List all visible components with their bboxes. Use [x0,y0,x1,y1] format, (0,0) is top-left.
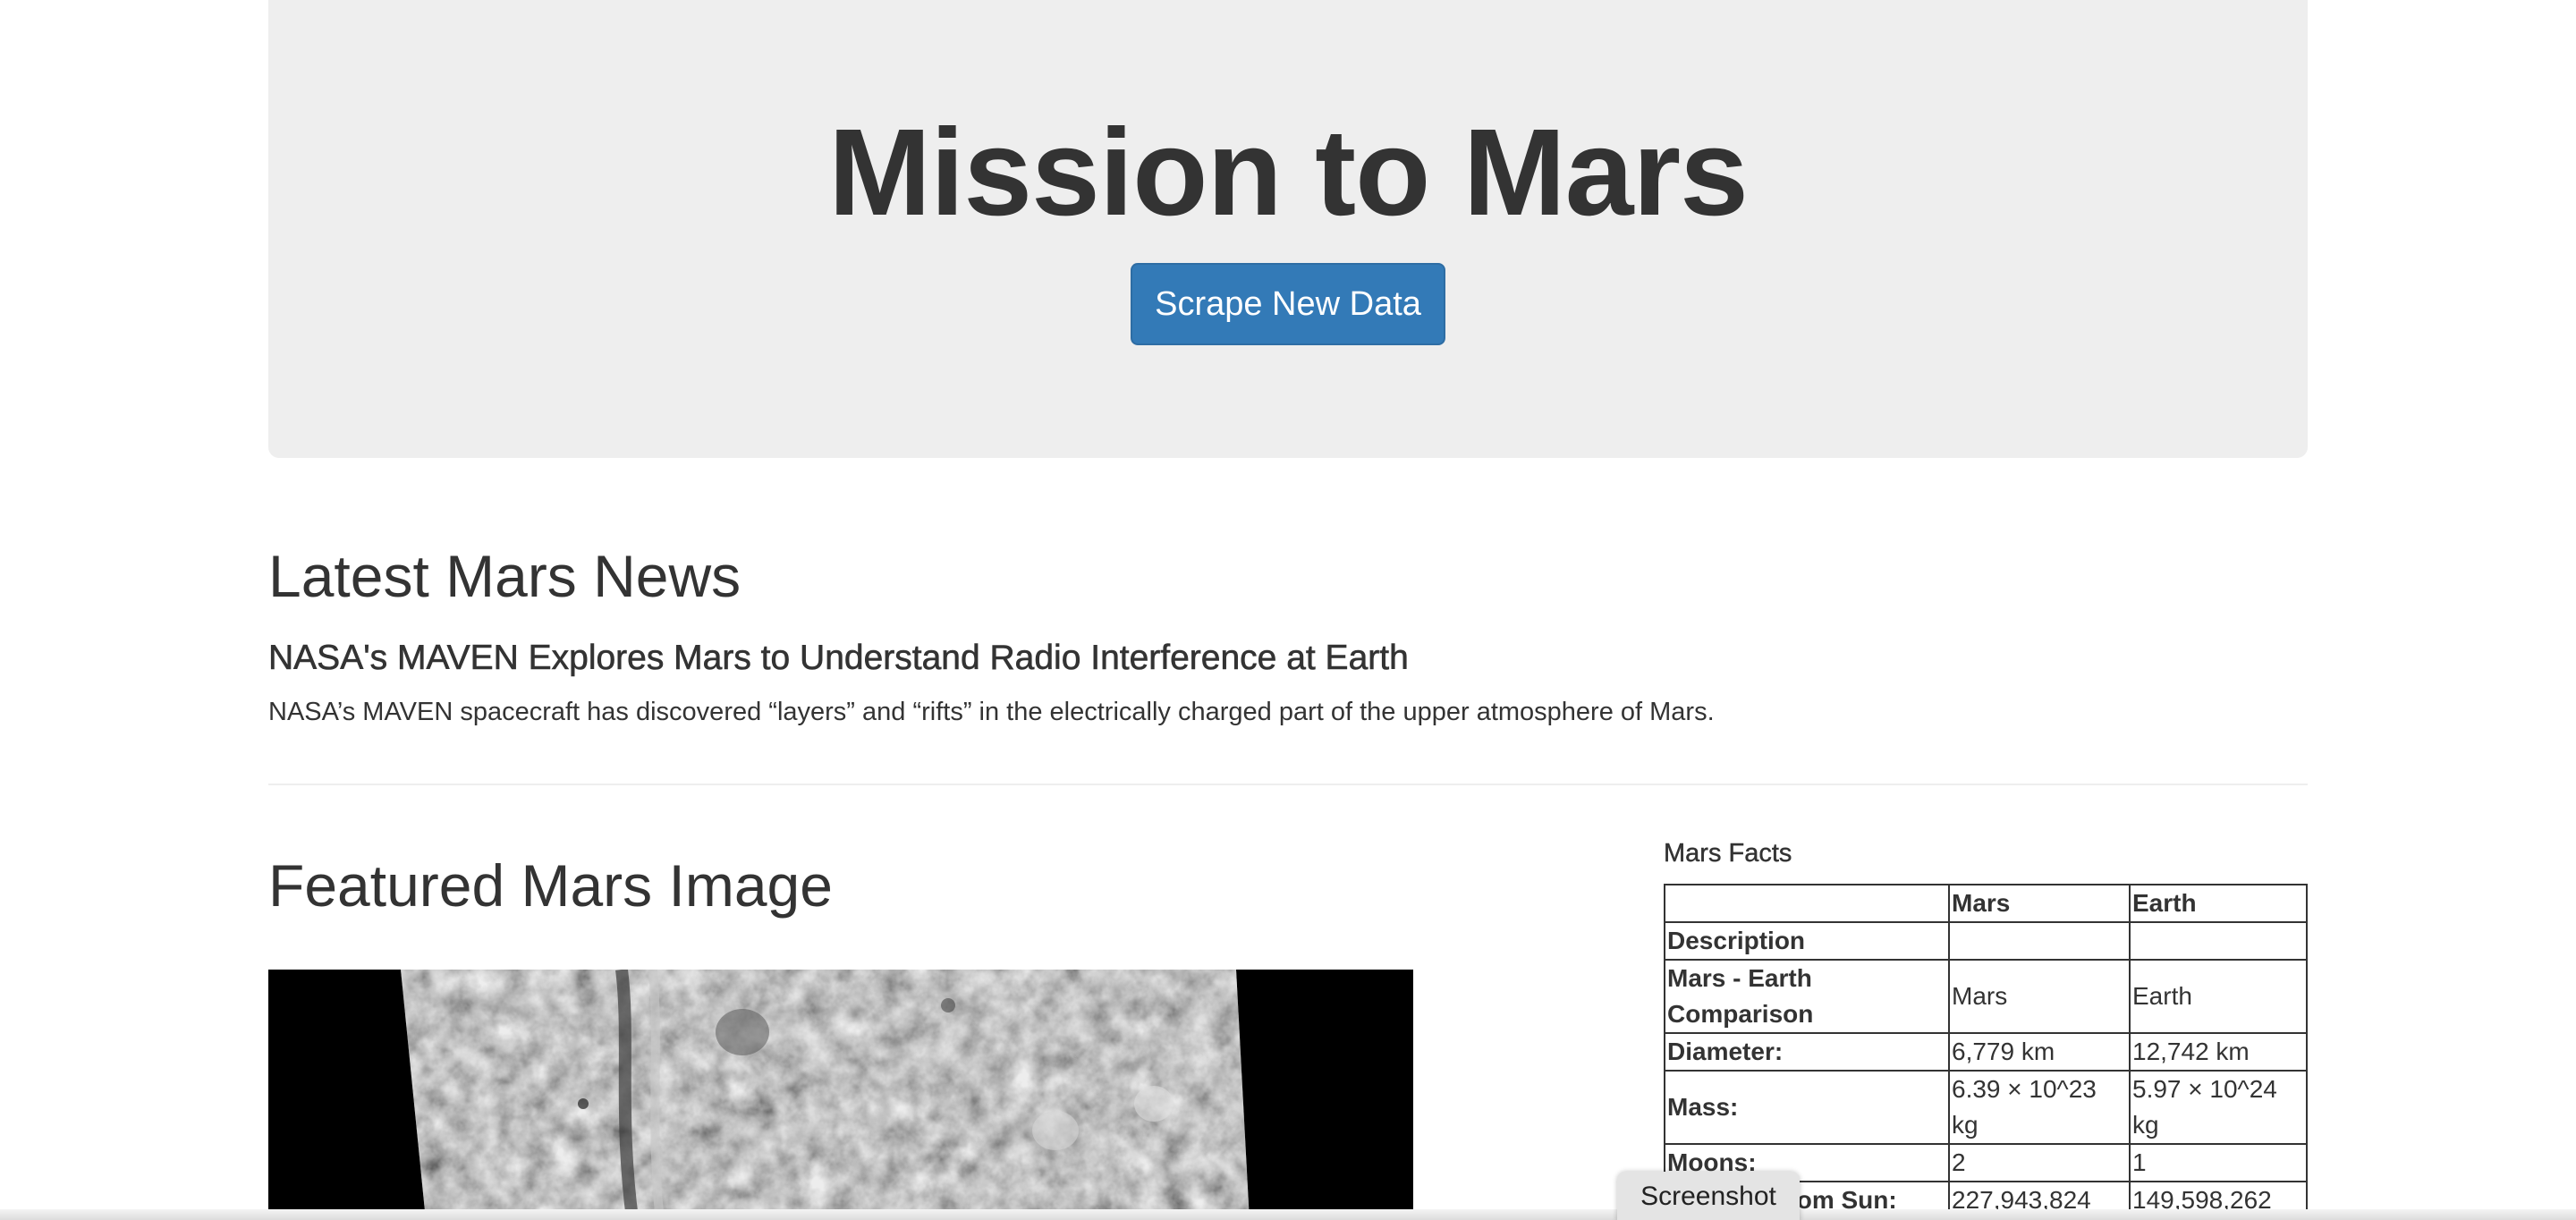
mars-surface-picture [268,970,1413,1220]
row-label: Mars - Earth Comparison [1664,959,1950,1034]
earth-value: 1 [2129,1143,2308,1182]
mars-value: 6.39 × 10^23 kg [1948,1070,2131,1145]
mars-value: 6,779 km [1948,1032,2131,1072]
mars-facts-table: Mars Earth Description Mars - Earth Comp… [1664,884,2308,1220]
mars-value: Mars [1948,959,2131,1034]
row-label: Description [1664,921,1950,961]
screenshot-button[interactable]: Screenshot [1617,1172,1800,1220]
table-row: Mars - Earth Comparison Mars Earth [1664,959,2308,1034]
earth-value [2129,921,2308,961]
earth-value: 12,742 km [2129,1032,2308,1072]
section-divider [268,784,2308,785]
row-label: Diameter: [1664,1032,1950,1072]
featured-image-heading: Featured Mars Image [268,852,833,919]
scrape-new-data-button[interactable]: Scrape New Data [1131,263,1445,345]
news-heading: Latest Mars News [268,543,741,609]
window-bottom-edge [0,1209,2576,1220]
table-row: Description [1664,921,2308,961]
table-header-row: Mars Earth [1664,884,2308,923]
news-title: NASA's MAVEN Explores Mars to Understand… [268,639,1409,678]
page-title: Mission to Mars [828,104,1749,241]
page: Mission to Mars Scrape New Data Latest M… [0,0,2576,1220]
table-header-cell [1664,884,1950,923]
featured-mars-image [268,970,1413,1220]
jumbotron: Mission to Mars Scrape New Data [268,0,2308,458]
earth-value: 5.97 × 10^24 kg [2129,1070,2308,1145]
mars-value [1948,921,2131,961]
row-label: Mass: [1664,1070,1950,1145]
mars-value: 2 [1948,1143,2131,1182]
facts-title: Mars Facts [1664,839,1792,868]
earth-value: Earth [2129,959,2308,1034]
table-header-earth: Earth [2129,884,2308,923]
news-teaser: NASA’s MAVEN spacecraft has discovered “… [268,698,1715,726]
table-row: Diameter: 6,779 km 12,742 km [1664,1032,2308,1072]
table-header-mars: Mars [1948,884,2131,923]
table-row: Mass: 6.39 × 10^23 kg 5.97 × 10^24 kg [1664,1070,2308,1145]
